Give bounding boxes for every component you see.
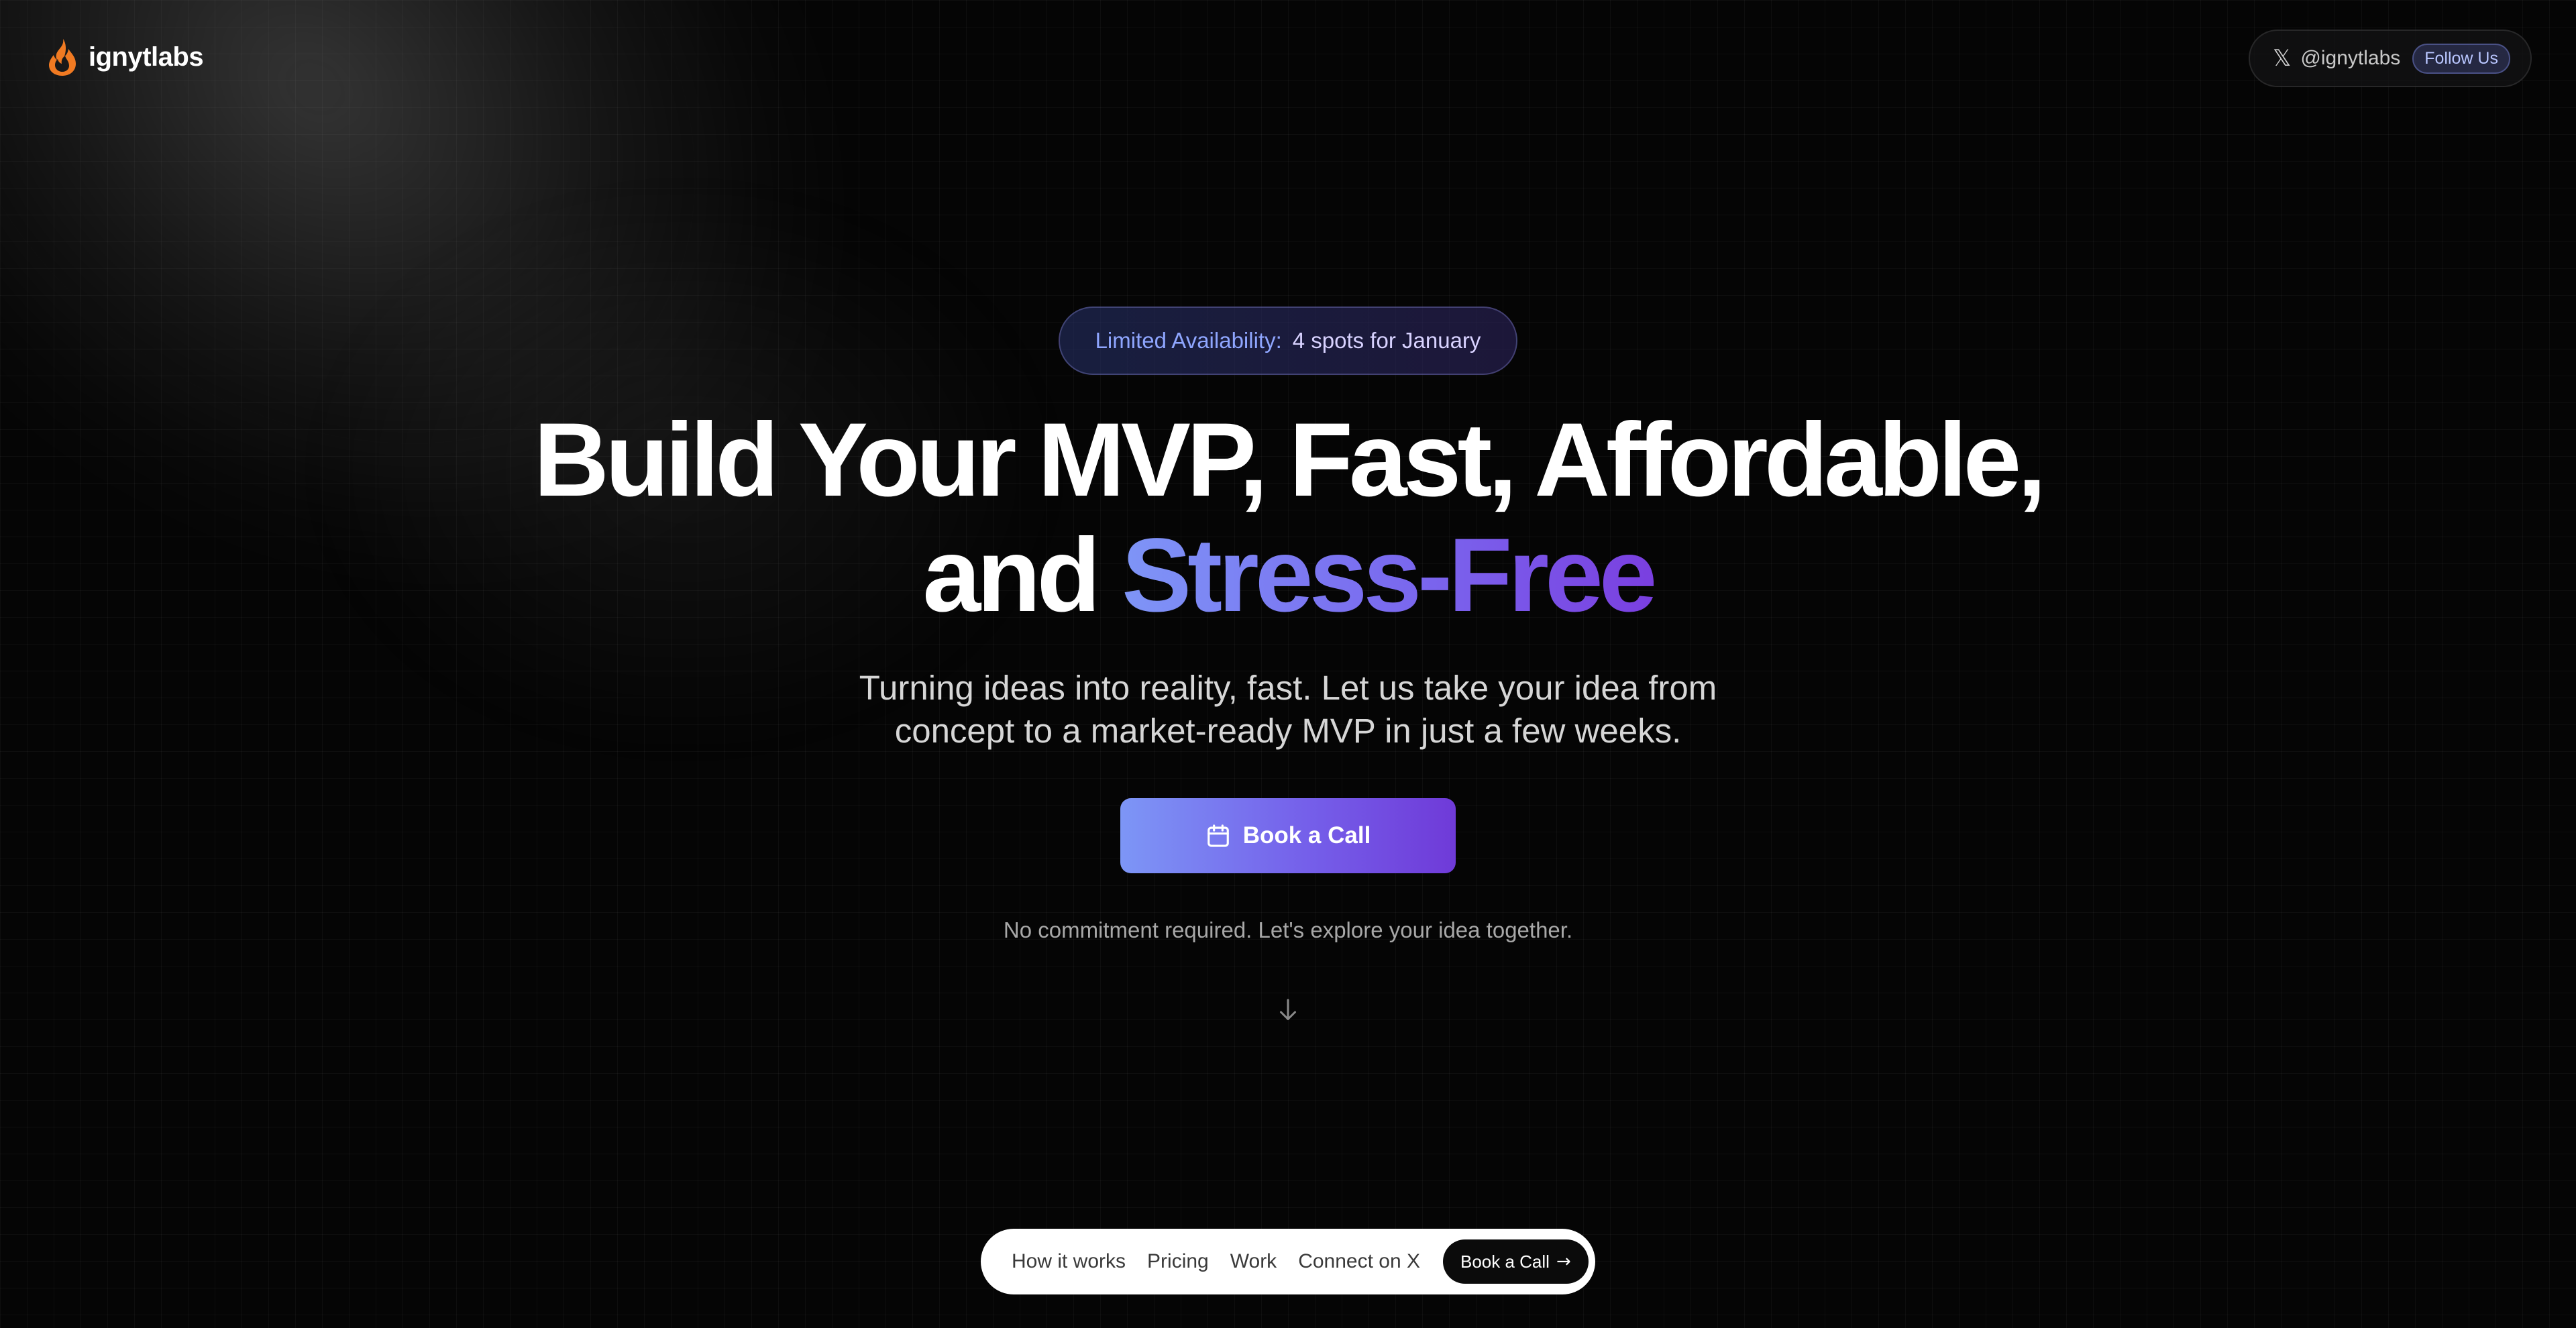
headline-line-2-plain: and: [922, 517, 1122, 634]
availability-label: Limited Availability:: [1095, 328, 1282, 353]
follow-on-x-link[interactable]: 𝕏 @ignytlabs Follow Us: [2248, 30, 2532, 87]
brand-logo-link[interactable]: ignytlabs: [47, 37, 204, 77]
landing-page: ignytlabs 𝕏 @ignytlabs Follow Us Limited…: [0, 0, 2576, 1328]
availability-badge: Limited Availability: 4 spots for Januar…: [1059, 307, 1517, 375]
headline-accent: Stress-Free: [1122, 517, 1657, 634]
background-glow: [0, 0, 1033, 782]
headline-line-2: and Stress-Free: [0, 518, 2576, 633]
cta-note: No commitment required. Let's explore yo…: [1003, 918, 1573, 942]
hero-headline: Build Your MVP, Fast, Affordable, and St…: [0, 402, 2576, 633]
nav-link-work[interactable]: Work: [1230, 1250, 1277, 1273]
nav-link-connect-on-x[interactable]: Connect on X: [1298, 1250, 1420, 1273]
x-logo-icon: 𝕏: [2272, 45, 2292, 72]
nav-book-a-call-button[interactable]: Book a Call →: [1442, 1239, 1589, 1284]
arrow-down-icon[interactable]: [1276, 997, 1300, 1027]
availability-value: 4 spots for January: [1292, 328, 1481, 353]
arrow-right-icon: →: [1556, 1252, 1571, 1272]
brand-name: ignytlabs: [89, 42, 204, 72]
headline-line-1: Build Your MVP, Fast, Affordable,: [533, 402, 2046, 518]
nav-book-a-call-label: Book a Call: [1460, 1251, 1550, 1272]
social-handle: @ignytlabs: [2300, 47, 2401, 69]
bottom-nav: How it works Pricing Work Connect on X B…: [981, 1229, 1595, 1294]
calendar-icon: [1205, 823, 1231, 848]
flame-icon: [47, 37, 78, 77]
subtitle-line-1: Turning ideas into reality, fast. Let us…: [859, 669, 1717, 707]
book-a-call-button[interactable]: Book a Call: [1120, 798, 1456, 873]
book-a-call-label: Book a Call: [1242, 822, 1371, 848]
nav-link-pricing[interactable]: Pricing: [1147, 1250, 1209, 1273]
hero-subtitle: Turning ideas into reality, fast. Let us…: [0, 667, 2576, 753]
subtitle-line-2: concept to a market-ready MVP in just a …: [894, 712, 1682, 750]
nav-link-how-it-works[interactable]: How it works: [1012, 1250, 1126, 1273]
follow-us-badge: Follow Us: [2412, 43, 2510, 74]
